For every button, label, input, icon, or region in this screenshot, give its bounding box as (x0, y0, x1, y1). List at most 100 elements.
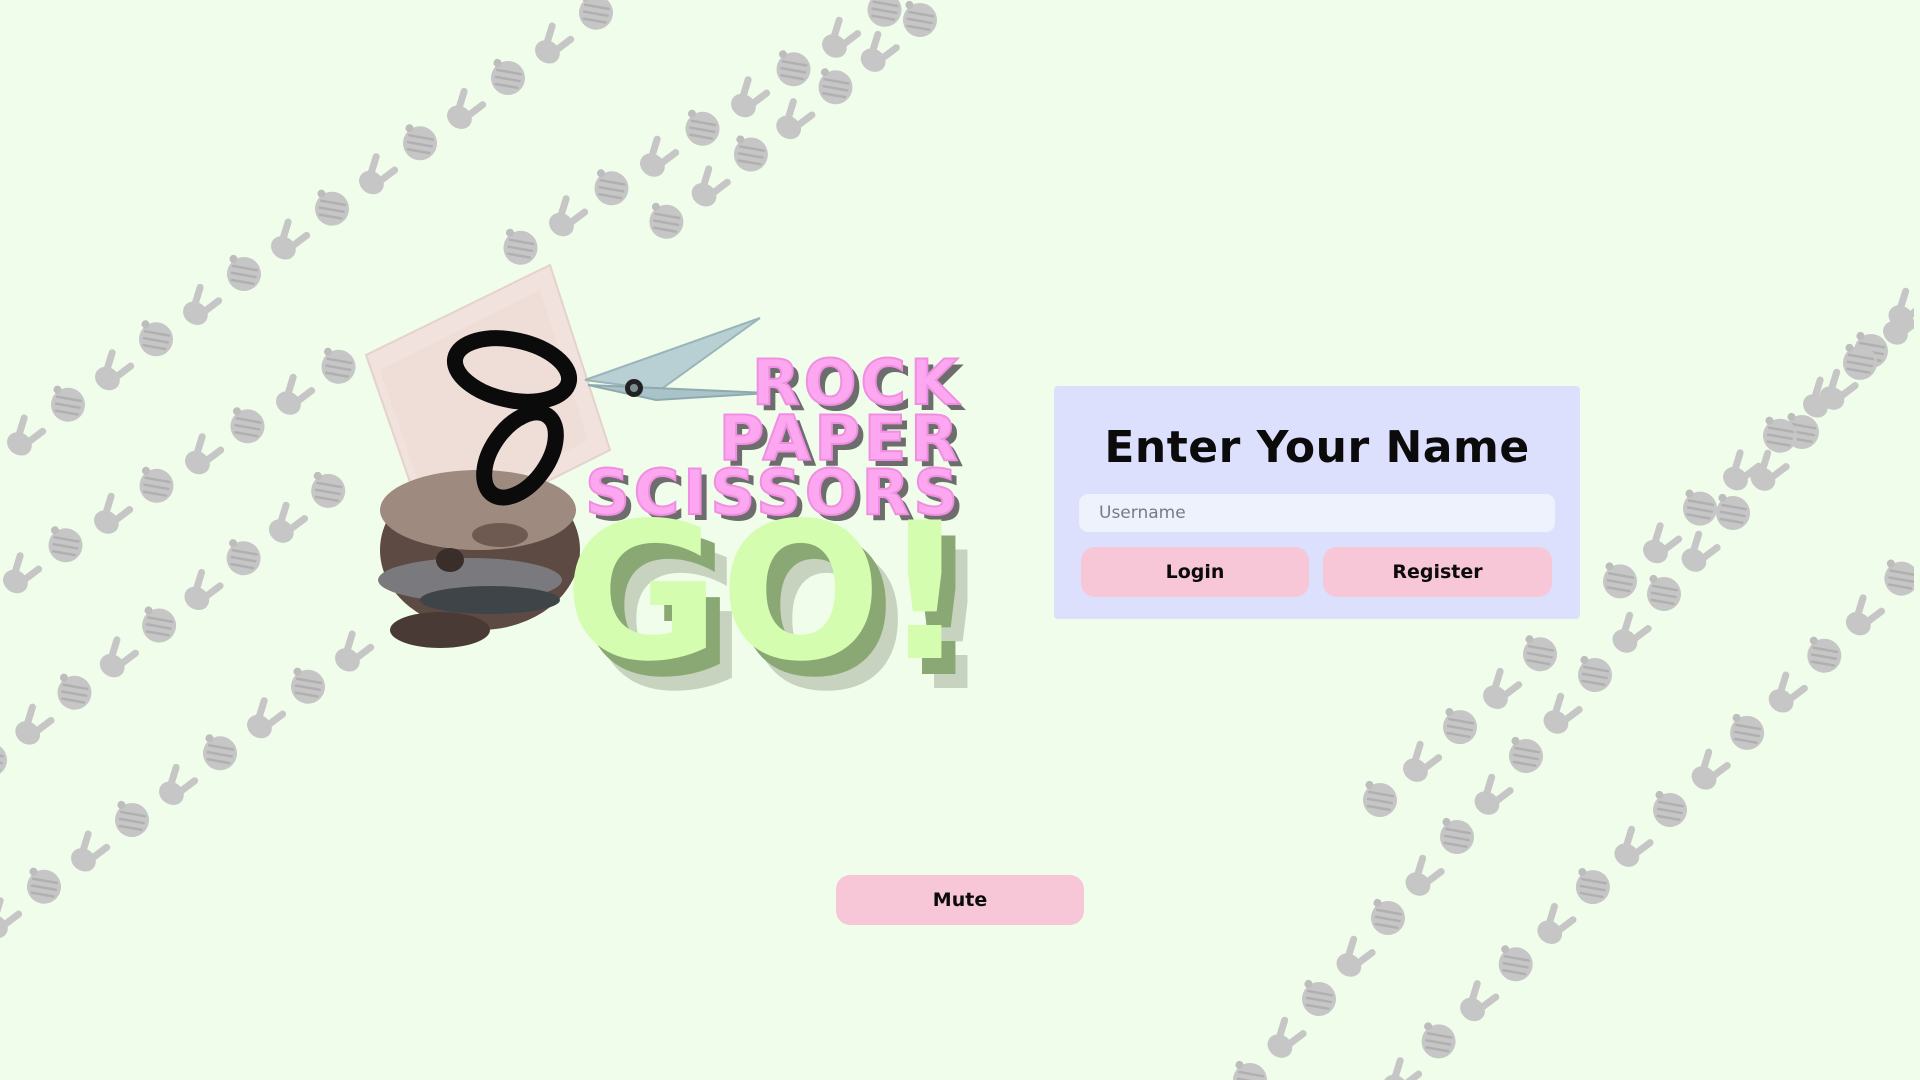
peace-hand-icon (1685, 745, 1734, 797)
mute-button[interactable]: Mute (836, 875, 1084, 925)
peace-hand-icon (1675, 528, 1724, 579)
peace-hand-icon (352, 150, 402, 201)
rock-stone-icon (378, 470, 580, 648)
rock-fist-icon (199, 732, 241, 775)
rock-fist-icon (1649, 789, 1691, 831)
rock-fist-icon (645, 200, 688, 243)
peace-hand-icon (1396, 738, 1446, 789)
rock-fist-icon (590, 167, 633, 210)
peace-hand-icon (528, 19, 578, 71)
rock-fist-icon (53, 671, 96, 714)
peace-hand-icon (87, 490, 137, 541)
rock-fist-icon (223, 253, 265, 295)
rock-fist-icon (307, 469, 350, 512)
peace-hand-icon (1537, 690, 1586, 741)
page-edge (1914, 0, 1920, 1080)
peace-hand-icon (93, 633, 142, 685)
peace-hand-icon (269, 371, 319, 422)
rock-fist-icon (287, 665, 329, 708)
rock-fist-icon (1574, 654, 1616, 696)
peace-hand-icon (177, 566, 227, 617)
peace-hand-icon (0, 549, 46, 600)
rock-fist-icon (47, 383, 89, 426)
peace-hand-icon (1606, 609, 1655, 660)
rock-fist-icon (814, 66, 857, 109)
peace-hand-icon (8, 700, 58, 752)
peace-hand-icon (633, 133, 683, 184)
rock-fist-icon (487, 57, 529, 99)
peace-hand-icon (1607, 823, 1657, 874)
peace-hand-icon (685, 162, 734, 214)
register-button[interactable]: Register (1323, 547, 1552, 597)
peace-hand-icon (240, 694, 290, 745)
peace-hand-icon (1530, 900, 1580, 951)
peace-hand-icon (1399, 852, 1448, 903)
rock-fist-icon (1359, 779, 1401, 821)
peace-hand-icon (88, 346, 138, 397)
rock-fist-icon (138, 604, 181, 647)
rock-fist-icon (0, 739, 11, 781)
login-panel: Enter Your Name Login Register (1054, 386, 1580, 619)
rock-fist-icon (1367, 897, 1409, 939)
rock-fist-icon (222, 537, 265, 580)
peace-hand-icon (440, 85, 490, 136)
peace-hand-icon (724, 73, 774, 124)
rock-fist-icon (1712, 492, 1754, 534)
rock-fist-icon (311, 187, 353, 230)
rock-fist-icon (899, 0, 941, 41)
logo-text-go: GO! (564, 482, 968, 700)
peace-hand-icon (0, 411, 50, 463)
rock-fist-icon (772, 48, 815, 91)
rock-fist-icon (1229, 1059, 1271, 1080)
rock-fist-icon (575, 0, 617, 34)
peace-hand-icon (264, 215, 314, 267)
rock-fist-icon (317, 345, 360, 388)
peace-hand-icon (1636, 519, 1686, 570)
game-logo: ROCK ROCK PAPER PAPER SCISSORS SCISSORS … (364, 263, 980, 700)
username-input[interactable] (1079, 494, 1555, 532)
rock-fist-icon (1599, 560, 1641, 603)
rock-fist-icon (681, 107, 724, 150)
panel-title: Enter Your Name (1104, 422, 1530, 473)
peace-hand-icon (262, 499, 311, 550)
peace-hand-icon (854, 28, 903, 79)
rock-fist-icon (1679, 487, 1721, 530)
peace-hand-icon (1468, 771, 1517, 822)
peace-hand-icon (1453, 977, 1503, 1028)
peace-hand-icon (815, 14, 865, 65)
rock-fist-icon (111, 799, 153, 841)
rock-fist-icon (1519, 633, 1561, 676)
rock-fist-icon (23, 865, 65, 908)
rock-fist-icon (135, 464, 178, 507)
rock-fist-icon (863, 0, 906, 31)
rock-fist-icon (1726, 711, 1769, 754)
peace-hand-icon (178, 430, 228, 481)
rock-fist-icon (1439, 706, 1481, 749)
peace-hand-icon (64, 827, 114, 879)
rock-fist-icon (1571, 866, 1614, 909)
rock-fist-icon (1417, 1020, 1460, 1063)
rock-fist-icon (226, 405, 269, 448)
peace-hand-icon (769, 95, 819, 146)
rock-fist-icon (44, 524, 87, 567)
peace-hand-icon (1330, 933, 1379, 984)
peace-hand-icon (1762, 668, 1811, 720)
peace-hand-icon (1476, 665, 1526, 716)
rock-fist-icon (729, 133, 772, 176)
rock-fist-icon (1298, 978, 1340, 1020)
peace-hand-icon (176, 281, 226, 332)
rock-fist-icon (1643, 573, 1685, 615)
peace-hand-icon (542, 192, 592, 243)
peace-hand-icon (1839, 591, 1888, 643)
rock-fist-icon (1803, 634, 1846, 677)
login-button[interactable]: Login (1081, 547, 1309, 597)
rock-fist-icon (1505, 735, 1547, 777)
peace-hand-icon (616, 0, 666, 5)
rock-fist-icon (135, 318, 177, 361)
peace-hand-icon (152, 761, 202, 812)
rock-fist-icon (1436, 816, 1478, 858)
peace-hand-icon (1376, 1054, 1426, 1080)
peace-hand-icon (0, 894, 26, 945)
rock-fist-icon (399, 122, 441, 165)
rock-fist-icon (1494, 943, 1537, 986)
